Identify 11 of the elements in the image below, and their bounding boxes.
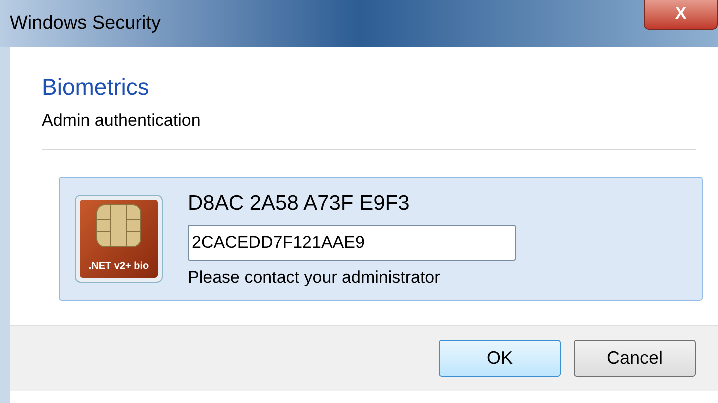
- window-title: Windows Security: [10, 12, 161, 36]
- chip-icon: [96, 204, 142, 248]
- dialog-subheading: Admin authentication: [42, 110, 202, 132]
- credential-name: D8AC 2A58 A73F E9F3: [188, 190, 411, 217]
- dialog-heading: Biometrics: [42, 73, 150, 102]
- dialog-button[interactable]: Cancel: [574, 340, 696, 377]
- credential-tile[interactable]: .NET v2+ bio D8AC 2A58 A73F E9F3 2CACEDD7F121AAE9 Please contact your administrator: [59, 177, 703, 302]
- dialog-button[interactable]: OK: [439, 340, 561, 377]
- error-message: Please contact your administrator: [188, 267, 442, 290]
- pin-field[interactable]: 2CACEDD7F121AAE9: [188, 225, 516, 262]
- card-label: .NET v2+ bio: [88, 260, 150, 274]
